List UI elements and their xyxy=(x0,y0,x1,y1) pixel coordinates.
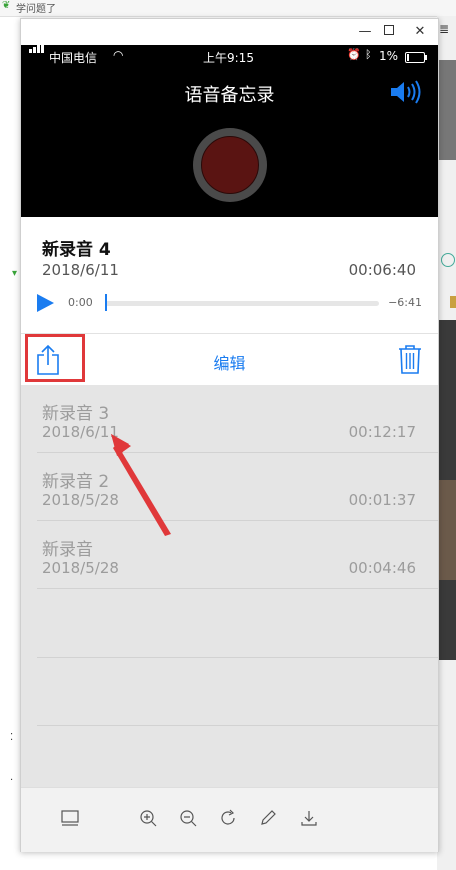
carrier-label: 中国电信 xyxy=(49,51,98,65)
status-time: 上午9:15 xyxy=(203,51,254,65)
recordings-list: 新录音 3 2018/6/11 00:12:17 新录音 2 2018/5/28… xyxy=(21,385,438,787)
minimize-button[interactable]: — xyxy=(355,23,375,41)
trash-icon[interactable] xyxy=(398,344,422,374)
background-text: 学问题了 xyxy=(16,4,56,15)
playback-scrubber[interactable] xyxy=(105,301,379,306)
background-bracket-icon: ⁚ xyxy=(10,732,14,743)
item-title: 新录音 3 xyxy=(42,404,110,424)
recorder-header: 中国电信 ◠ 上午9:15 ⏰ ᛒ 1% 语音备忘录 xyxy=(21,45,438,217)
current-recording: 新录音 4 2018/6/11 00:06:40 0:00 −6:41 xyxy=(21,217,438,333)
item-date: 2018/6/11 xyxy=(42,423,119,441)
battery-icon xyxy=(405,52,427,63)
item-duration: 00:12:17 xyxy=(348,423,416,441)
background-chevron-icon: ▾ xyxy=(12,268,18,279)
phone-screenshot: 中国电信 ◠ 上午9:15 ⏰ ᛒ 1% 语音备忘录 新录音 4 2018/6/… xyxy=(21,45,438,787)
background-badge xyxy=(450,296,456,308)
divider xyxy=(37,657,438,658)
image-viewer-window: — ✕ 中国电信 ◠ 上午9:15 ⏰ ᛒ 1% 语音备忘录 新录音 4 201… xyxy=(20,18,439,852)
recording-title: 新录音 4 xyxy=(42,240,111,260)
background-app-icon: ❦ xyxy=(2,0,11,11)
background-gear-icon xyxy=(441,253,455,267)
background-image xyxy=(437,60,456,160)
alarm-icon: ⏰ xyxy=(347,48,361,61)
divider xyxy=(37,588,438,589)
speaker-icon[interactable] xyxy=(389,79,421,105)
background-window-bar xyxy=(0,0,456,17)
thumbnail-icon[interactable] xyxy=(60,808,80,828)
item-duration: 00:04:46 xyxy=(348,559,416,577)
item-title: 新录音 2 xyxy=(42,472,110,492)
bluetooth-icon: ᛒ xyxy=(365,48,372,61)
background-menu-icon: ≣ xyxy=(439,22,450,36)
maximize-icon xyxy=(384,25,394,35)
edit-pen-icon[interactable] xyxy=(258,808,278,828)
zoom-out-icon[interactable] xyxy=(178,808,198,828)
download-icon[interactable] xyxy=(299,808,319,828)
remaining-time: −6:41 xyxy=(388,296,422,309)
maximize-button[interactable] xyxy=(379,23,399,41)
battery-percent: 1% xyxy=(379,49,399,63)
background-mark: · xyxy=(10,775,14,786)
wifi-icon: ◠ xyxy=(113,48,124,62)
list-item[interactable]: 新录音 2018/5/28 00:04:46 xyxy=(21,521,438,589)
record-button[interactable] xyxy=(193,128,267,202)
list-item[interactable]: 新录音 2 2018/5/28 00:01:37 xyxy=(21,453,438,521)
zoom-in-icon[interactable] xyxy=(138,808,158,828)
edit-button[interactable]: 编辑 xyxy=(213,354,245,373)
play-icon[interactable] xyxy=(37,294,54,312)
recording-date: 2018/6/11 xyxy=(42,261,119,279)
close-button[interactable]: ✕ xyxy=(410,23,430,41)
rotate-icon[interactable] xyxy=(218,808,238,828)
divider xyxy=(37,725,438,726)
item-title: 新录音 xyxy=(42,540,93,560)
list-item[interactable]: 新录音 3 2018/6/11 00:12:17 xyxy=(21,385,438,453)
elapsed-time: 0:00 xyxy=(68,296,93,309)
background-image xyxy=(437,480,456,580)
record-icon xyxy=(201,136,259,194)
item-date: 2018/5/28 xyxy=(42,491,119,509)
status-bar: 中国电信 ◠ 上午9:15 ⏰ ᛒ 1% xyxy=(21,45,438,69)
item-duration: 00:01:37 xyxy=(348,491,416,509)
window-titlebar: — ✕ xyxy=(21,19,438,45)
scrubber-handle[interactable] xyxy=(105,294,107,311)
item-date: 2018/5/28 xyxy=(42,559,119,577)
annotation-highlight-box xyxy=(25,334,85,382)
viewer-toolbar xyxy=(21,787,438,852)
page-title: 语音备忘录 xyxy=(184,85,275,106)
recording-duration: 00:06:40 xyxy=(348,261,416,279)
